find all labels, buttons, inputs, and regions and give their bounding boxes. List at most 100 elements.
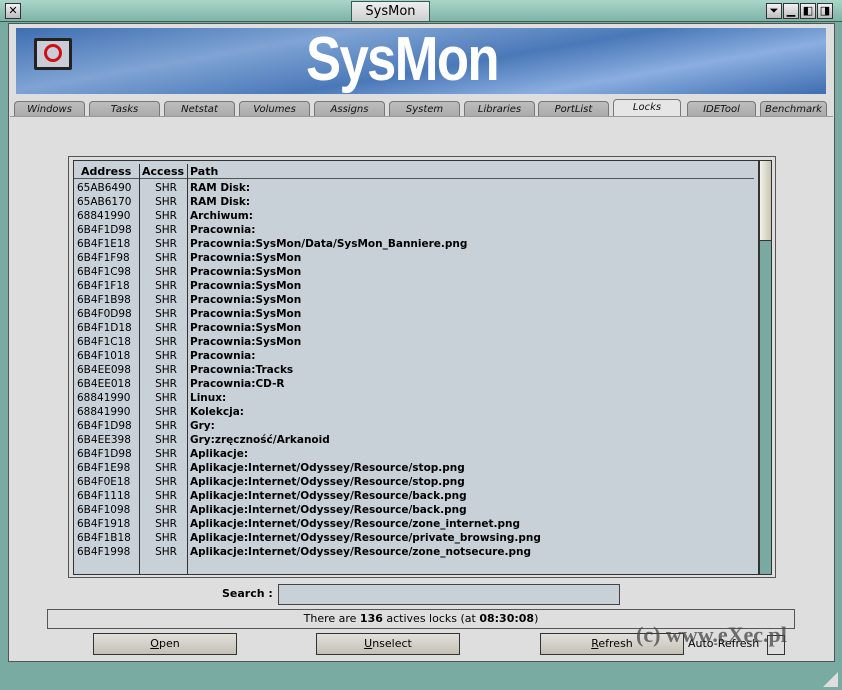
access-cell: SHR	[155, 336, 177, 348]
access-cell: SHR	[155, 462, 177, 474]
access-cell: SHR	[155, 322, 177, 334]
table-row[interactable]: 65AB6170 SHR RAM Disk:	[74, 195, 754, 209]
address-cell: 6B4F1E18	[77, 238, 131, 250]
search-input[interactable]	[278, 584, 620, 605]
title-bar[interactable]: ✕ SysMon ⏷ ▁ ◧ ◨	[0, 0, 842, 22]
path-cell: RAM Disk:	[190, 196, 251, 208]
access-cell: SHR	[155, 532, 177, 544]
table-row[interactable]: 6B4F1B98 SHR Pracownia:SysMon	[74, 293, 754, 307]
table-row[interactable]: 6B4F0D98 SHR Pracownia:SysMon	[74, 307, 754, 321]
table-row[interactable]: 6B4F1B18 SHR Aplikacje:Internet/Odyssey/Re…	[74, 531, 754, 545]
vertical-scrollbar[interactable]	[759, 160, 772, 575]
address-cell: 6B4F1D98	[77, 224, 132, 236]
tab-assigns[interactable]: Assigns	[314, 101, 385, 117]
list-header: Address Access Path	[74, 164, 754, 179]
tab-tasks[interactable]: Tasks	[89, 101, 160, 117]
tab-netstat[interactable]: Netstat	[164, 101, 235, 117]
table-row[interactable]: 6B4F1998 SHR Aplikacje:Internet/Odyssey/Re…	[74, 545, 754, 559]
tab-portlist[interactable]: PortList	[538, 101, 609, 117]
table-row[interactable]: 6B4F1D98 SHR Aplikacje:	[74, 447, 754, 461]
zoom-button[interactable]: ◧	[800, 3, 816, 19]
access-cell: SHR	[155, 224, 177, 236]
address-cell: 6B4F1F98	[77, 252, 130, 264]
lock-count: 136	[359, 612, 383, 625]
address-cell: 65AB6490	[77, 182, 132, 194]
status-text: actives locks (at	[382, 612, 480, 625]
table-row[interactable]: 6B4F1D18 SHR Pracownia:SysMon	[74, 321, 754, 335]
access-cell: SHR	[155, 252, 177, 264]
path-cell: Aplikacje:Internet/Odyssey/Resource/priv…	[190, 532, 541, 544]
table-row[interactable]: 6B4F0E18 SHR Aplikacje:Internet/Odyssey/Re…	[74, 475, 754, 489]
table-row[interactable]: 6B4F1D98 SHR Gry:	[74, 419, 754, 433]
tab-idetool[interactable]: IDETool	[687, 101, 756, 117]
column-path[interactable]: Path	[190, 164, 218, 179]
tab-locks[interactable]: Locks	[613, 99, 681, 117]
tab-windows[interactable]: Windows	[14, 101, 85, 117]
table-row[interactable]: 6B4F1098 SHR Aplikacje:Internet/Odyssey/Re…	[74, 503, 754, 517]
address-cell: 6B4F1118	[77, 490, 131, 502]
watermark: (c) www.eXec.pl	[636, 622, 787, 647]
path-cell: Pracownia:	[190, 224, 256, 236]
table-row[interactable]: 6B4EE398 SHR Gry:zręczność/Arkanoid	[74, 433, 754, 447]
table-row[interactable]: 6B4F1E98 SHR Aplikacje:Internet/Odyssey/Re…	[74, 461, 754, 475]
path-cell: Pracownia:SysMon	[190, 266, 302, 278]
address-cell: 6B4F0E18	[77, 476, 131, 488]
path-cell: Pracownia:SysMon	[190, 294, 302, 306]
open-button[interactable]: Open	[93, 633, 237, 655]
locks-list[interactable]: Address Access Path 65AB6490 SHR RAM Disk:…	[73, 160, 759, 575]
address-cell: 6B4F1B98	[77, 294, 131, 306]
table-row[interactable]: 68841990 SHR Linux:	[74, 391, 754, 405]
scrollbar-thumb[interactable]	[760, 161, 771, 241]
resize-grip-icon[interactable]	[823, 672, 838, 687]
access-cell: SHR	[155, 350, 177, 362]
banner: SysMon	[16, 28, 826, 94]
address-cell: 6B4F1998	[77, 546, 131, 558]
path-cell: Aplikacje:Internet/Odyssey/Resource/stop…	[190, 476, 465, 488]
table-row[interactable]: 6B4EE018 SHR Pracownia:CD-R	[74, 377, 754, 391]
access-cell: SHR	[155, 210, 177, 222]
path-cell: Aplikacje:Internet/Odyssey/Resource/zone…	[190, 518, 520, 530]
table-row[interactable]: 6B4F1918 SHR Aplikacje:Internet/Odyssey/Re…	[74, 517, 754, 531]
minimize-button[interactable]: ▁	[783, 3, 799, 19]
table-row[interactable]: 6B4F1018 SHR Pracownia:	[74, 349, 754, 363]
access-cell: SHR	[155, 364, 177, 376]
path-cell: Aplikacje:Internet/Odyssey/Resource/stop…	[190, 462, 465, 474]
path-cell: Pracownia:SysMon	[190, 308, 302, 320]
tab-benchmark[interactable]: Benchmark	[760, 101, 827, 117]
table-row[interactable]: 68841990 SHR Kolekcja:	[74, 405, 754, 419]
address-cell: 6B4F1B18	[77, 532, 131, 544]
path-cell: Pracownia:SysMon	[190, 252, 302, 264]
address-cell: 6B4EE398	[77, 434, 131, 446]
status-time: 08:30:08	[479, 612, 535, 625]
close-button[interactable]: ✕	[5, 3, 21, 19]
status-text: There are	[303, 612, 360, 625]
tab-system[interactable]: System	[389, 101, 460, 117]
table-row[interactable]: 6B4F1D98 SHR Pracownia:	[74, 223, 754, 237]
table-row[interactable]: 68841990 SHR Archiwum:	[74, 209, 754, 223]
tab-libraries[interactable]: Libraries	[464, 101, 535, 117]
column-address[interactable]: Address	[81, 164, 131, 179]
tab-volumes[interactable]: Volumes	[239, 101, 310, 117]
table-row[interactable]: 65AB6490 SHR RAM Disk:	[74, 181, 754, 195]
iconify-button[interactable]: ⏷	[766, 3, 782, 19]
table-row[interactable]: 6B4F1F98 SHR Pracownia:SysMon	[74, 251, 754, 265]
path-cell: Pracownia:SysMon	[190, 336, 302, 348]
unselect-button[interactable]: Unselect	[316, 633, 460, 655]
table-row[interactable]: 6B4F1F18 SHR Pracownia:SysMon	[74, 279, 754, 293]
access-cell: SHR	[155, 546, 177, 558]
path-cell: Pracownia:	[190, 350, 256, 362]
table-row[interactable]: 6B4F1118 SHR Aplikacje:Internet/Odyssey/Re…	[74, 489, 754, 503]
path-cell: Gry:zręczność/Arkanoid	[190, 434, 330, 446]
search-label: Search :	[222, 587, 273, 600]
table-row[interactable]: 6B4EE098 SHR Pracownia:Tracks	[74, 363, 754, 377]
path-cell: Pracownia:SysMon/Data/SysMon_Banniere.pn…	[190, 238, 468, 250]
table-row[interactable]: 6B4F1C98 SHR Pracownia:SysMon	[74, 265, 754, 279]
address-cell: 6B4F1C98	[77, 266, 131, 278]
column-access[interactable]: Access	[142, 164, 184, 179]
table-row[interactable]: 6B4F1E18 SHR Pracownia:SysMon/Data/SysMon_…	[74, 237, 754, 251]
table-row[interactable]: 6B4F1C18 SHR Pracownia:SysMon	[74, 335, 754, 349]
path-cell: Linux:	[190, 392, 227, 404]
depth-button[interactable]: ◨	[817, 3, 833, 19]
path-cell: Pracownia:SysMon	[190, 322, 302, 334]
address-cell: 6B4F1098	[77, 504, 131, 516]
